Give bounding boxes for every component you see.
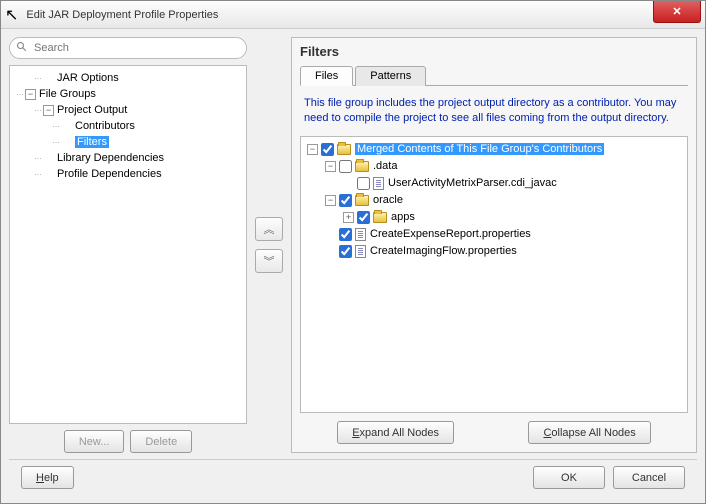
folder-icon — [373, 212, 387, 223]
reorder-buttons: ︽ ︾ — [255, 37, 283, 453]
nav-item-label: Filters — [75, 136, 109, 148]
include-checkbox[interactable] — [339, 228, 352, 241]
nav-item-label: Contributors — [75, 120, 135, 132]
file-icon — [373, 177, 384, 190]
file-icon — [355, 228, 366, 241]
include-checkbox[interactable] — [357, 177, 370, 190]
file-tree-row[interactable]: CreateImagingFlow.properties — [305, 243, 683, 260]
cursor-icon: ↖ — [5, 5, 18, 25]
tabs: Files Patterns — [300, 65, 688, 86]
expand-icon[interactable]: + — [343, 212, 354, 223]
file-tree-row[interactable]: − oracle — [305, 192, 683, 209]
nav-item-label: Profile Dependencies — [57, 168, 162, 180]
nav-item[interactable]: ⋯−Project Output — [12, 102, 244, 118]
collapse-icon[interactable]: − — [325, 161, 336, 172]
include-checkbox[interactable] — [357, 211, 370, 224]
file-tree-row[interactable]: UserActivityMetrixParser.cdi_javac — [305, 175, 683, 192]
window-title: Edit JAR Deployment Profile Properties — [26, 9, 218, 21]
collapse-icon[interactable]: − — [307, 144, 318, 155]
dialog-window: ↖ Edit JAR Deployment Profile Properties… — [0, 0, 706, 504]
new-button[interactable]: New... — [64, 430, 125, 453]
move-down-button[interactable]: ︾ — [255, 249, 283, 273]
close-button[interactable]: ✕ — [653, 1, 701, 23]
nav-item[interactable]: ⋯JAR Options — [12, 70, 244, 86]
collapse-all-button[interactable]: Collapse All Nodes — [528, 421, 650, 444]
nav-item[interactable]: ⋯−File Groups — [12, 86, 244, 102]
help-button[interactable]: Help — [21, 466, 74, 489]
search-icon — [16, 41, 28, 53]
titlebar[interactable]: ↖ Edit JAR Deployment Profile Properties… — [1, 1, 705, 29]
file-tree-label: CreateExpenseReport.properties — [370, 228, 531, 240]
file-tree-label: Merged Contents of This File Group's Con… — [355, 143, 604, 155]
file-tree-label: .data — [373, 160, 397, 172]
main-area: ⋯JAR Options⋯−File Groups⋯−Project Outpu… — [9, 37, 697, 453]
file-tree-row[interactable]: + apps — [305, 209, 683, 226]
expand-all-button[interactable]: Expand All Nodes — [337, 421, 454, 444]
dialog-body: ⋯JAR Options⋯−File Groups⋯−Project Outpu… — [1, 29, 705, 503]
nav-item-label: Library Dependencies — [57, 152, 164, 164]
file-tree-label: UserActivityMetrixParser.cdi_javac — [388, 177, 557, 189]
nav-item[interactable]: ⋯Contributors — [12, 118, 244, 134]
right-panel: Filters Files Patterns This file group i… — [291, 37, 697, 453]
file-tree-row[interactable]: − Merged Contents of This File Group's Co… — [305, 141, 683, 158]
folder-icon — [355, 195, 369, 206]
tab-files[interactable]: Files — [300, 66, 353, 86]
file-tree-label: apps — [391, 211, 415, 223]
file-tree[interactable]: − Merged Contents of This File Group's Co… — [300, 136, 688, 413]
dialog-footer: Help OK Cancel — [9, 459, 697, 495]
file-tree-row[interactable]: CreateExpenseReport.properties — [305, 226, 683, 243]
info-text: This file group includes the project out… — [304, 96, 684, 126]
tab-patterns[interactable]: Patterns — [355, 66, 426, 86]
folder-icon — [355, 161, 369, 172]
file-tree-row[interactable]: − .data — [305, 158, 683, 175]
move-up-button[interactable]: ︽ — [255, 217, 283, 241]
nav-item[interactable]: ⋯Filters — [12, 134, 244, 150]
nav-item[interactable]: ⋯Library Dependencies — [12, 150, 244, 166]
collapse-icon[interactable]: − — [325, 195, 336, 206]
nav-tree[interactable]: ⋯JAR Options⋯−File Groups⋯−Project Outpu… — [9, 65, 247, 424]
collapse-icon[interactable]: − — [43, 105, 54, 116]
left-column: ⋯JAR Options⋯−File Groups⋯−Project Outpu… — [9, 37, 247, 453]
nav-item-label: JAR Options — [57, 72, 119, 84]
include-checkbox[interactable] — [321, 143, 334, 156]
left-buttons: New... Delete — [9, 430, 247, 453]
nav-item-label: Project Output — [57, 104, 127, 116]
include-checkbox[interactable] — [339, 194, 352, 207]
nav-item-label: File Groups — [39, 88, 96, 100]
tree-buttons: Expand All Nodes Collapse All Nodes — [300, 421, 688, 444]
include-checkbox[interactable] — [339, 245, 352, 258]
search-wrap — [9, 37, 247, 59]
file-tree-label: oracle — [373, 194, 403, 206]
folder-icon — [337, 144, 351, 155]
nav-item[interactable]: ⋯Profile Dependencies — [12, 166, 244, 182]
filters-heading: Filters — [300, 44, 688, 59]
ok-button[interactable]: OK — [533, 466, 605, 489]
search-input[interactable] — [9, 37, 247, 59]
include-checkbox[interactable] — [339, 160, 352, 173]
delete-button[interactable]: Delete — [130, 430, 192, 453]
file-icon — [355, 245, 366, 258]
file-tree-label: CreateImagingFlow.properties — [370, 245, 517, 257]
collapse-icon[interactable]: − — [25, 89, 36, 100]
cancel-button[interactable]: Cancel — [613, 466, 685, 489]
